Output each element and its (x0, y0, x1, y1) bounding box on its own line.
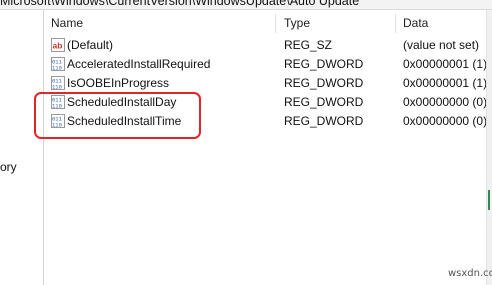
value-data: 0x00000000 (0) (403, 95, 488, 109)
key-tree-pane[interactable]: ory (0, 10, 44, 285)
value-type: REG_DWORD (284, 57, 364, 71)
svg-text:ab: ab (53, 41, 63, 51)
binary-value-icon: 011 110 (51, 76, 65, 90)
vertical-scrollbar[interactable] (486, 10, 492, 285)
svg-text:110: 110 (52, 65, 62, 72)
value-name: AcceleratedInstallRequired (67, 57, 211, 71)
column-header-data[interactable]: Data (403, 16, 428, 32)
value-name: (Default) (67, 38, 114, 52)
column-divider[interactable] (395, 14, 396, 33)
scrollbar-accent (488, 190, 490, 210)
value-data: 0x00000001 (1) (403, 76, 488, 90)
values-list[interactable]: Name Type Data ab (Default) REG_SZ (valu… (45, 10, 488, 285)
value-data: 0x00000001 (1) (403, 57, 488, 71)
registry-value-row[interactable]: 011 110 AcceleratedInstallRequired REG_D… (45, 55, 488, 74)
value-type: REG_DWORD (284, 76, 364, 90)
registry-value-row[interactable]: 011 110 IsOOBEInProgress REG_DWORD 0x000… (45, 74, 488, 93)
watermark: wsxdn.com (448, 268, 492, 279)
column-divider[interactable] (275, 14, 276, 33)
value-type: REG_SZ (284, 38, 333, 52)
svg-text:110: 110 (52, 84, 62, 91)
value-name: IsOOBEInProgress (67, 76, 170, 90)
value-type: REG_DWORD (284, 95, 364, 109)
value-data: 0x00000000 (0) (403, 114, 488, 128)
binary-value-icon: 011 110 (51, 57, 65, 71)
registry-value-row[interactable]: ab (Default) REG_SZ (value not set) (45, 36, 486, 55)
string-value-icon: ab (51, 38, 65, 52)
address-bar[interactable]: Microsoft\Windows\CurrentVersion\Windows… (0, 0, 492, 10)
value-type: REG_DWORD (284, 114, 364, 128)
annotation-highlight-box (34, 92, 201, 139)
column-header-type[interactable]: Type (284, 16, 310, 32)
column-header-name[interactable]: Name (51, 16, 83, 32)
tree-item-fragment[interactable]: ory (0, 160, 17, 174)
value-data: (value not set) (403, 38, 480, 52)
address-path: Microsoft\Windows\CurrentVersion\Windows… (0, 0, 360, 8)
